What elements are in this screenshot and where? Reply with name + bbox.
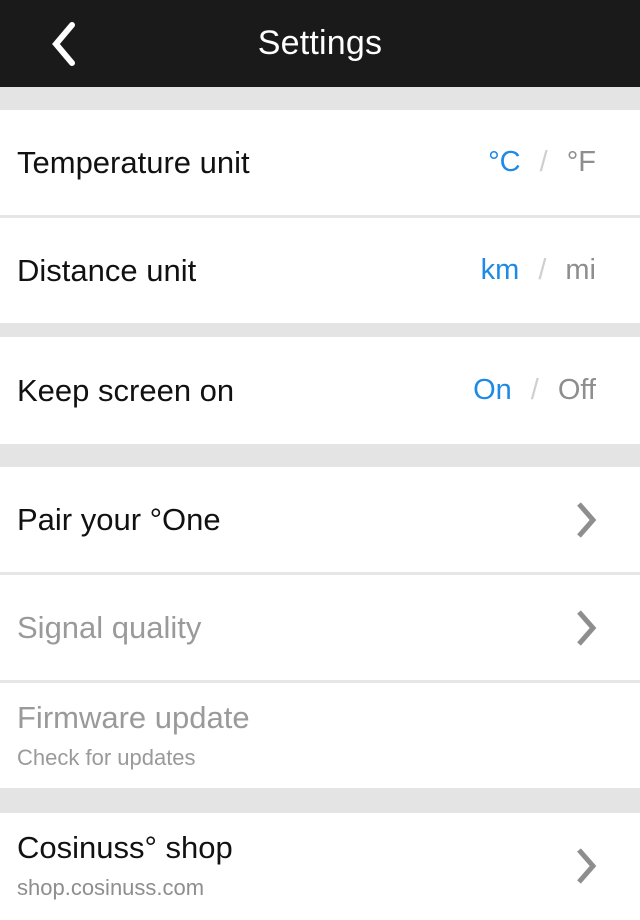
segment-separator: / [538, 254, 547, 286]
row-keep-screen-on[interactable]: Keep screen on On / Off [0, 337, 640, 444]
row-signal-quality[interactable]: Signal quality [0, 575, 640, 680]
option-on[interactable]: On [473, 374, 512, 407]
group-separator-band [0, 444, 640, 467]
row-sublabel-cosinuss-shop: shop.cosinuss.com [17, 875, 205, 900]
segmented-distance-unit: km / mi [481, 254, 623, 287]
page-title: Settings [257, 24, 383, 62]
segmented-keep-screen-on: On / Off [473, 374, 623, 407]
back-button[interactable] [30, 0, 98, 87]
row-label-keep-screen-on: Keep screen on [17, 372, 235, 408]
row-firmware-update[interactable]: Firmware update Check for updates [0, 683, 640, 788]
row-text-block: Firmware update Check for updates [17, 700, 250, 771]
row-text-block: Cosinuss° shop shop.cosinuss.com [17, 830, 233, 901]
segment-separator: / [530, 374, 539, 406]
option-miles[interactable]: mi [565, 254, 596, 287]
row-label-signal-quality: Signal quality [17, 609, 202, 645]
row-distance-unit[interactable]: Distance unit km / mi [0, 218, 640, 323]
app-header: Settings [0, 0, 640, 87]
option-off[interactable]: Off [558, 374, 596, 407]
segmented-temperature-unit: °C / °F [488, 146, 623, 179]
row-sublabel-firmware-update: Check for updates [17, 745, 196, 770]
header-spacer-band [0, 87, 640, 110]
chevron-right-icon [574, 608, 623, 648]
row-label-pair-your-one: Pair your °One [17, 501, 221, 537]
group-separator-band [0, 788, 640, 813]
row-label-distance-unit: Distance unit [17, 252, 197, 288]
row-content: Cosinuss° shop shop.cosinuss.com [17, 830, 623, 901]
row-content: Firmware update Check for updates [17, 700, 623, 771]
row-cosinuss-shop[interactable]: Cosinuss° shop shop.cosinuss.com [0, 813, 640, 918]
row-label-firmware-update: Firmware update [17, 700, 250, 735]
row-label-cosinuss-shop: Cosinuss° shop [17, 830, 233, 865]
option-kilometers[interactable]: km [481, 254, 520, 287]
chevron-left-icon [50, 21, 78, 67]
row-label-temperature-unit: Temperature unit [17, 144, 250, 180]
settings-screen: Settings Temperature unit °C / °F Distan… [0, 0, 640, 920]
segment-separator: / [539, 146, 548, 178]
option-celsius[interactable]: °C [488, 146, 521, 179]
row-pair-your-one[interactable]: Pair your °One [0, 467, 640, 572]
row-temperature-unit[interactable]: Temperature unit °C / °F [0, 110, 640, 215]
chevron-right-icon [574, 846, 623, 886]
option-fahrenheit[interactable]: °F [567, 146, 596, 179]
chevron-right-icon [574, 500, 623, 540]
group-separator-band [0, 323, 640, 337]
